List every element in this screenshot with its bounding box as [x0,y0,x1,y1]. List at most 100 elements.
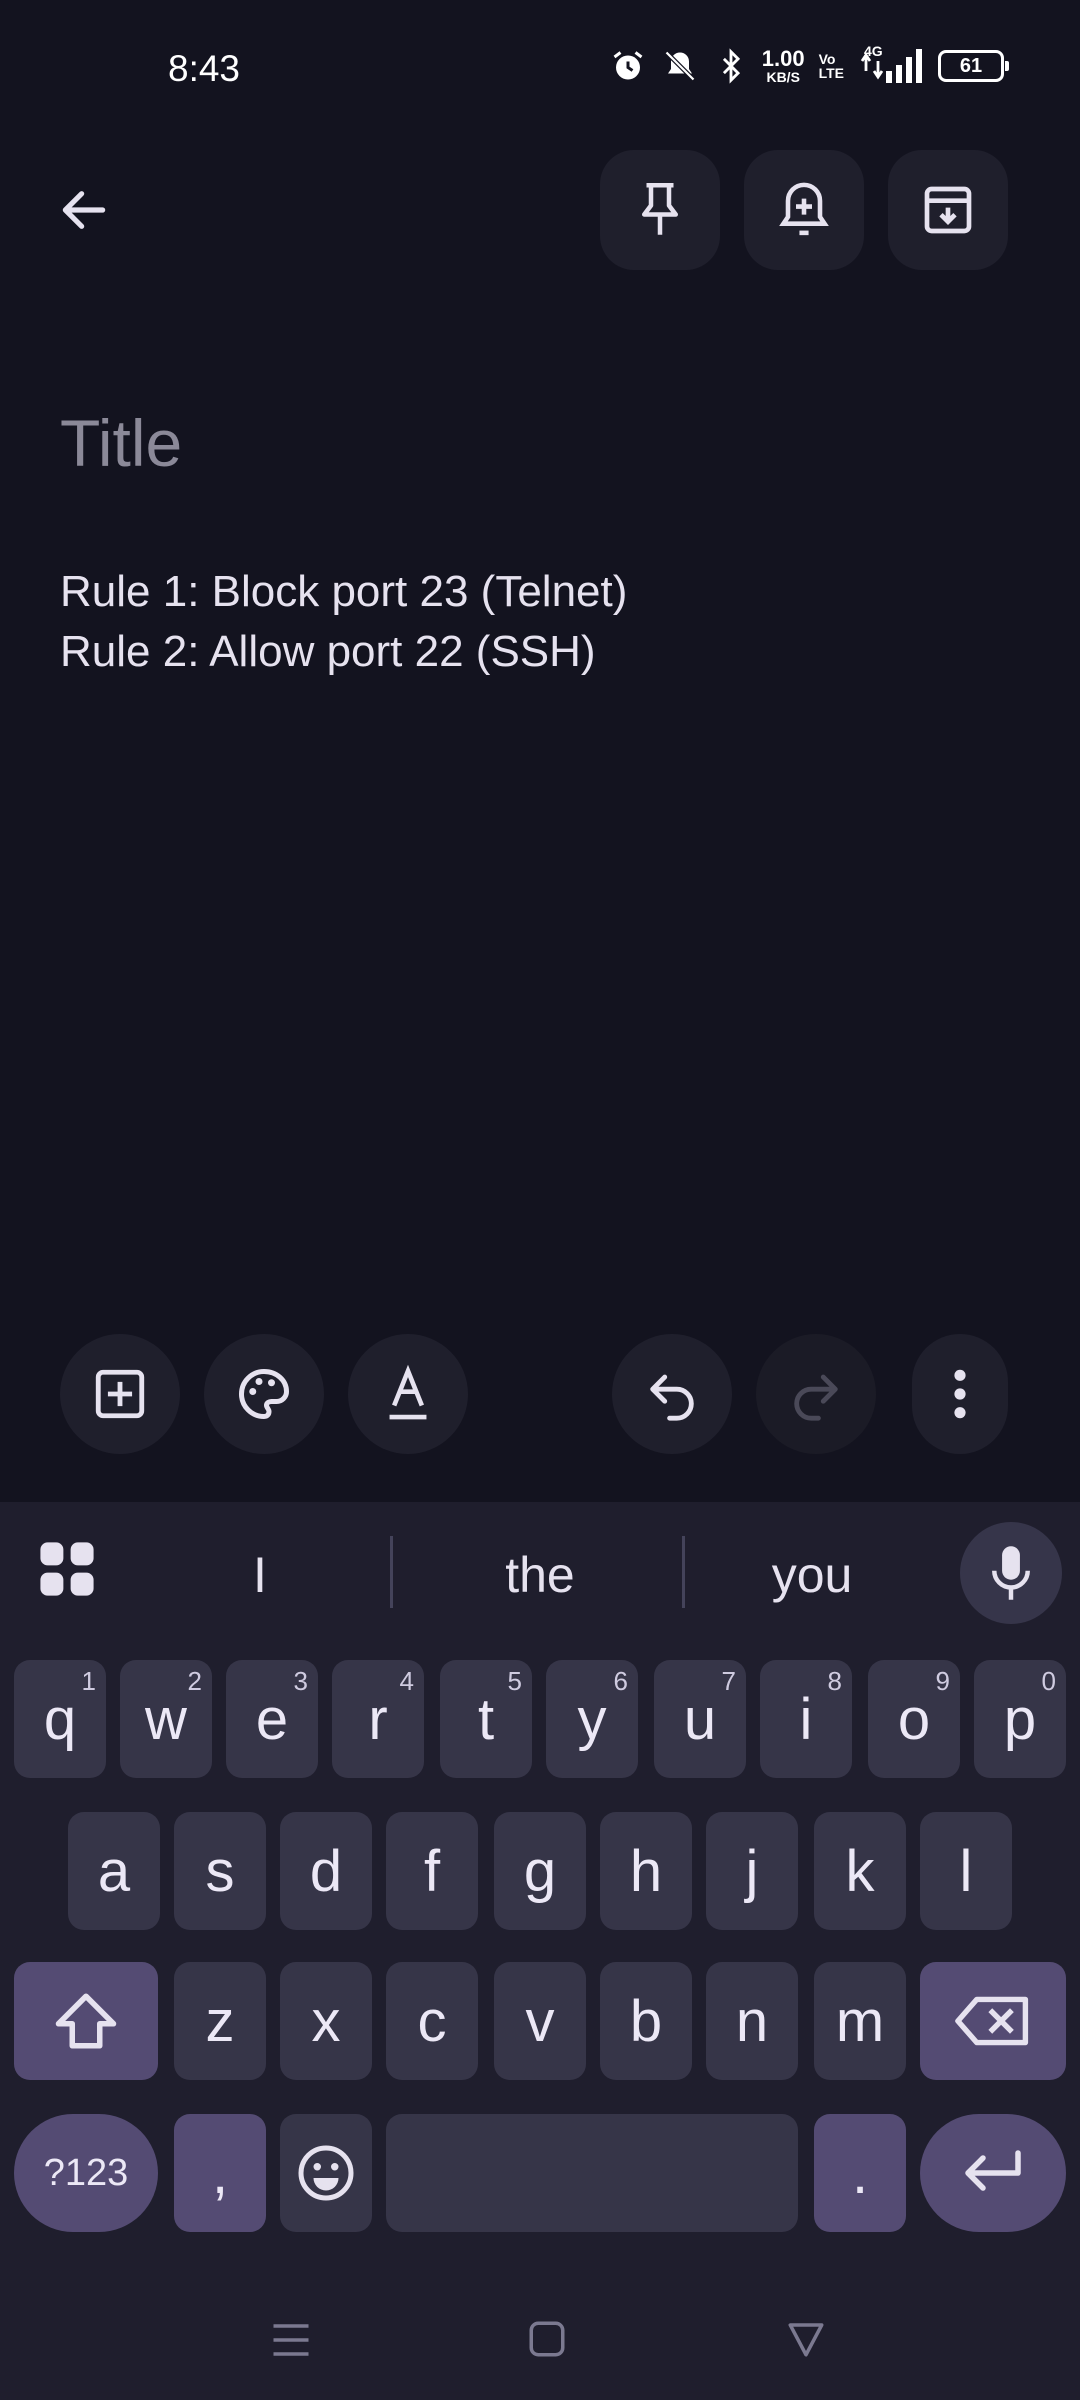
reminder-button[interactable] [744,150,864,270]
key-m[interactable]: m [814,1962,906,2080]
key-hint: 9 [935,1666,950,1696]
key-o[interactable]: o9 [868,1660,960,1778]
key-i[interactable]: i8 [760,1660,852,1778]
add-reminder-icon [779,182,829,236]
key-e[interactable]: e3 [226,1660,318,1778]
enter-icon [965,2150,1021,2191]
key-u[interactable]: u7 [654,1660,746,1778]
enter-key[interactable] [920,2114,1066,2232]
note-body-input[interactable]: Rule 1: Block port 23 (Telnet) Rule 2: A… [60,562,627,682]
key-label: o [897,1686,931,1752]
key-hint: 8 [827,1666,842,1696]
backspace-icon [955,1996,1029,2046]
backspace-key[interactable] [920,1962,1066,2080]
key-label: q [43,1686,77,1752]
key-k[interactable]: k [814,1812,906,1930]
redo-icon [794,1374,838,1421]
key-n[interactable]: n [706,1962,798,2080]
key-hint: 1 [81,1666,96,1696]
key-j[interactable]: j [706,1812,798,1930]
comma-key[interactable]: , [174,2114,266,2232]
space-key[interactable] [386,2114,798,2232]
title-input[interactable]: Title [60,405,182,481]
key-b[interactable]: b [600,1962,692,2080]
key-p[interactable]: p0 [974,1660,1066,1778]
microphone-icon [992,1546,1030,1600]
back-button[interactable] [44,170,124,250]
key-hint: 2 [187,1666,202,1696]
key-hint: 5 [507,1666,522,1696]
key-y[interactable]: y6 [546,1660,638,1778]
key-label: p [1003,1686,1037,1752]
voice-input-button[interactable] [960,1522,1062,1624]
key-label: y [577,1686,607,1752]
status-time: 8:43 [168,48,241,89]
pin-icon [642,183,678,235]
key-w[interactable]: w2 [120,1660,212,1778]
suggestion-divider [390,1536,393,1608]
palette-icon [239,1368,290,1420]
keyboard: I the you q1 w2 e3 r4 t5 y6 u7 i8 o9 p0 … [0,1502,1080,2400]
more-options-button[interactable] [912,1334,1008,1454]
key-r[interactable]: r4 [332,1660,424,1778]
more-vert-icon [954,1369,966,1419]
key-t[interactable]: t5 [440,1660,532,1778]
key-label: i [799,1686,813,1752]
suggestion-word[interactable]: you [712,1546,912,1604]
home-button[interactable] [526,2318,568,2365]
recents-button[interactable] [270,2320,312,2365]
key-c[interactable]: c [386,1962,478,2080]
key-hint: 3 [293,1666,308,1696]
key-hint: 6 [613,1666,628,1696]
suggestion-bar: I the you [0,1502,1080,1642]
suggestion-word[interactable]: the [420,1546,660,1604]
key-z[interactable]: z [174,1962,266,2080]
back-arrow-icon [62,191,106,229]
redo-button[interactable] [756,1334,876,1454]
key-f[interactable]: f [386,1812,478,1930]
key-label: r [368,1686,388,1752]
suggestion-divider [682,1536,685,1608]
key-g[interactable]: g [494,1812,586,1930]
add-content-button[interactable] [60,1334,180,1454]
symbols-key[interactable]: ?123 [14,2114,158,2232]
pin-button[interactable] [600,150,720,270]
key-q[interactable]: q1 [14,1660,106,1778]
volte-top: Vo [818,51,836,67]
text-format-icon [389,1364,427,1420]
emoji-key[interactable] [280,2114,372,2232]
apps-grid-icon [40,1542,94,1596]
bluetooth-icon [714,48,748,84]
key-h[interactable]: h [600,1812,692,1930]
key-label: w [145,1686,187,1752]
add-box-icon [95,1369,145,1419]
shift-key[interactable] [14,1962,158,2080]
back-triangle-icon [788,2323,824,2357]
apps-grid-button[interactable] [38,1540,96,1603]
background-options-button[interactable] [204,1334,324,1454]
key-a[interactable]: a [68,1812,160,1930]
home-square-icon [529,2321,565,2357]
battery-indicator: 61 [938,50,1009,82]
key-x[interactable]: x [280,1962,372,2080]
back-nav-button[interactable] [784,2318,828,2365]
navigation-bar [0,2300,1080,2400]
alarm-icon [610,48,646,84]
net-speed-value: 1.00 [761,46,805,71]
text-format-button[interactable] [348,1334,468,1454]
period-key[interactable]: . [814,2114,906,2232]
key-d[interactable]: d [280,1812,372,1930]
signal-icon: 4G [858,43,924,83]
key-v[interactable]: v [494,1962,586,2080]
suggestion-word[interactable]: I [160,1546,360,1604]
key-l[interactable]: l [920,1812,1012,1930]
network-type: 4G [864,43,883,59]
key-s[interactable]: s [174,1812,266,1930]
key-label: e [255,1686,289,1752]
key-hint: 7 [721,1666,736,1696]
undo-button[interactable] [612,1334,732,1454]
archive-icon [924,186,972,234]
volte-bottom: LTE [818,65,844,81]
archive-button[interactable] [888,150,1008,270]
key-label: u [683,1686,717,1752]
